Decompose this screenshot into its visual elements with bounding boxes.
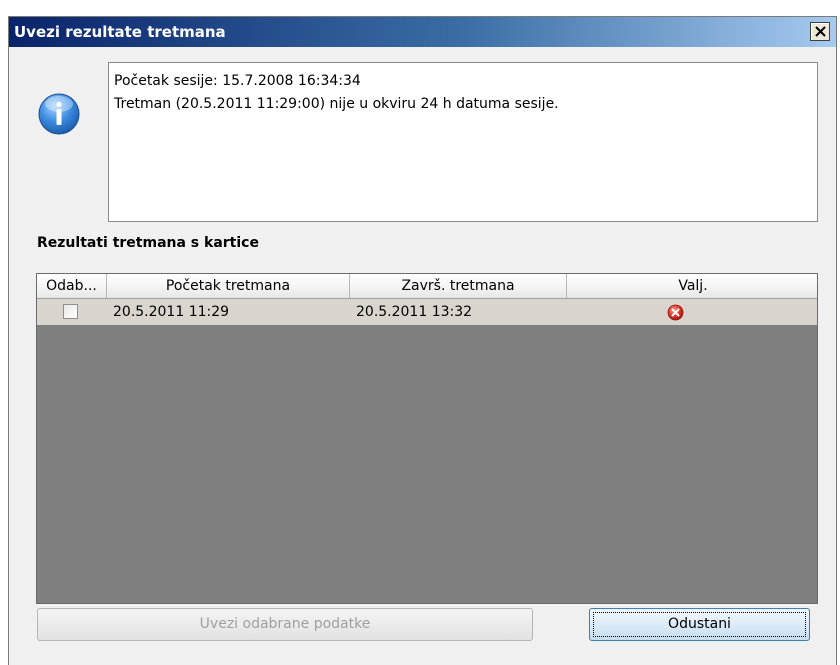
close-icon — [815, 26, 826, 37]
close-button[interactable] — [810, 22, 830, 41]
column-header-select[interactable]: Odab... — [37, 274, 107, 298]
section-title: Rezultati tretmana s kartice — [37, 235, 259, 251]
cancel-button-label: Odustani — [668, 616, 731, 632]
table-row[interactable]: 20.5.2011 11:29 20.5.2011 13:32 — [37, 299, 817, 325]
column-header-valid[interactable]: Valj. — [567, 274, 817, 298]
treatment-warning-text: Tretman (20.5.2011 11:29:00) nije u okvi… — [114, 96, 559, 112]
title-bar: Uvezi rezultate tretmana — [9, 17, 836, 47]
error-icon — [667, 304, 684, 321]
column-header-end[interactable]: Završ. tretmana — [350, 274, 567, 298]
import-results-dialog: Uvezi rezultate tretmana Početak sesije:… — [8, 16, 837, 665]
session-start-text: Početak sesije: 15.7.2008 16:34:34 — [114, 73, 361, 89]
window-title: Uvezi rezultate tretmana — [14, 23, 226, 41]
end-cell: 20.5.2011 13:32 — [356, 304, 473, 320]
row-select-checkbox[interactable] — [63, 304, 78, 319]
cancel-button[interactable]: Odustani — [589, 608, 810, 641]
message-box: Početak sesije: 15.7.2008 16:34:34 Tretm… — [108, 62, 818, 222]
start-cell: 20.5.2011 11:29 — [113, 304, 230, 320]
column-header-start[interactable]: Početak tretmana — [107, 274, 350, 298]
import-selected-button[interactable]: Uvezi odabrane podatke — [37, 608, 533, 641]
grid-header: Odab... Početak tretmana Završ. tretmana… — [37, 274, 817, 299]
results-grid[interactable]: Odab... Početak tretmana Završ. tretmana… — [36, 273, 818, 604]
info-icon — [38, 93, 80, 135]
